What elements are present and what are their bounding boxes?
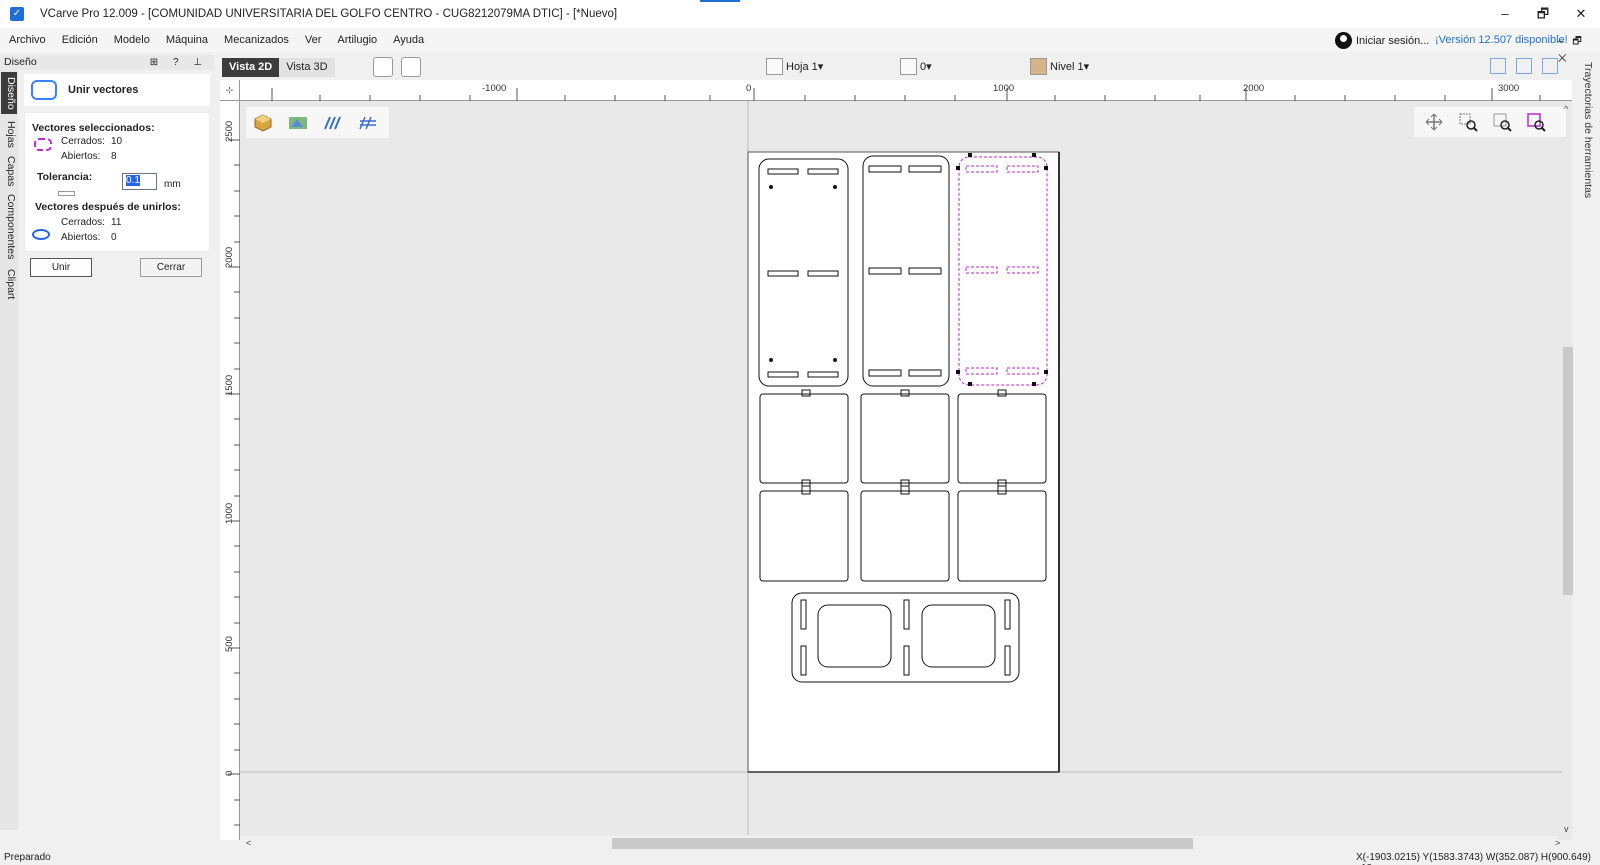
zoom-page-icon[interactable] [1492, 112, 1512, 132]
signin-button[interactable]: Iniciar sesión... [1335, 32, 1429, 49]
after-open-value: 0 [111, 232, 117, 243]
status-bar: Preparado X(-1903.0215) Y(1583.3743) W(3… [0, 852, 1600, 865]
zero-selector[interactable]: 0 ▾ [900, 58, 932, 75]
open-value: 8 [111, 151, 117, 162]
vtab-capas[interactable]: Capas [1, 154, 17, 188]
close-button[interactable]: ✕ [1562, 0, 1600, 28]
navigation-tools [1414, 107, 1566, 137]
render-preview-icon[interactable] [287, 113, 309, 133]
joined-vectors-icon [32, 229, 50, 240]
vtab-hojas[interactable]: Hojas [1, 118, 17, 150]
sheet-icon [766, 58, 783, 75]
signin-label: Iniciar sesión... [1356, 34, 1430, 47]
menu-edicion[interactable]: Edición [54, 34, 106, 46]
toolpaths-side-tab[interactable]: Trayectorias de herramientas [1576, 62, 1594, 212]
selected-vectors-heading: Vectores seleccionados: [32, 122, 155, 134]
menu-archivo[interactable]: Archivo [1, 34, 54, 46]
tolerance-unit: mm [164, 179, 181, 190]
vtab-clipart[interactable]: Clipart [1, 266, 17, 302]
split-horizontal-icon[interactable] [373, 57, 393, 77]
snap-grid-icon[interactable] [1490, 58, 1506, 74]
view-tabs: Vista 2D Vista 3D [222, 58, 335, 77]
title-accent-line [700, 0, 740, 2]
vtab-componentes[interactable]: Componentes [1, 192, 17, 262]
level-selector[interactable]: Nivel 1 ▾ [1030, 58, 1089, 75]
tab-vista-3d[interactable]: Vista 3D [279, 58, 335, 77]
menu-artilugio[interactable]: Artilugio [329, 34, 385, 46]
window-title: VCarve Pro 12.009 - [COMUNIDAD UNIVERSIT… [40, 8, 618, 20]
tool-header: Unir vectores [24, 74, 210, 106]
join-button[interactable]: Unir [30, 258, 92, 277]
closed-value: 10 [111, 136, 123, 147]
scroll-left-arrow[interactable]: < [246, 838, 251, 848]
after-closed-value: 11 [111, 217, 122, 228]
shapes-icon[interactable] [1516, 58, 1532, 74]
restore-button[interactable]: 🗗 [1524, 0, 1562, 28]
after-join-heading: Vectores después de unirlos: [35, 201, 181, 213]
window-controls: – 🗗 ✕ [1486, 0, 1600, 28]
vertical-scroll-thumb[interactable] [1563, 347, 1573, 595]
ruler-top-ticks [271, 88, 1541, 101]
minimize-button[interactable]: – [1486, 0, 1524, 28]
vcarve-app-icon: ✓ [10, 7, 24, 21]
open-label: Abiertos: [61, 151, 101, 162]
zoom-box-icon[interactable] [1458, 112, 1478, 132]
panel-header-icons[interactable]: ⊞ ? ⊥ [150, 55, 208, 70]
tool-title: Unir vectores [68, 84, 139, 96]
user-icon [1335, 32, 1352, 49]
menu-ver[interactable]: Ver [297, 34, 330, 46]
level-label: Nivel 1 [1050, 60, 1084, 73]
menu-modelo[interactable]: Modelo [106, 34, 158, 46]
after-closed-label: Cerrados: [61, 217, 105, 228]
split-vertical-icon[interactable] [401, 57, 421, 77]
scroll-down-arrow[interactable]: v [1564, 824, 1569, 834]
toolpath-grid-icon[interactable] [357, 113, 379, 133]
menu-mecanizados[interactable]: Mecanizados [216, 34, 297, 46]
layout-icons [373, 57, 421, 77]
tolerance-slider[interactable] [58, 191, 75, 196]
snap-icons [1490, 58, 1558, 74]
tolerance-value: 0.1 [126, 175, 140, 186]
tolerance-input[interactable]: 0.1 [122, 173, 157, 190]
chevron-down-icon: ▾ [926, 61, 932, 73]
vtab-diseno[interactable]: Diseño [1, 72, 17, 114]
after-open-label: Abiertos: [61, 232, 101, 243]
menu-ayuda[interactable]: Ayuda [385, 34, 432, 46]
chevron-down-icon: ▾ [817, 61, 824, 73]
toolpath-icon[interactable] [322, 113, 344, 133]
chevron-down-icon: ▾ [1083, 61, 1090, 73]
frame-icon[interactable] [1542, 58, 1558, 74]
vertical-tab-strip: Diseño Hojas Capas Componentes Clipart [0, 70, 18, 830]
status-text: Preparado [4, 852, 51, 863]
tolerance-label: Tolerancia: [37, 171, 93, 183]
panel-title: Diseño [4, 56, 37, 68]
scroll-right-arrow[interactable]: > [1555, 838, 1560, 848]
ruler-corner[interactable]: ⊹ [220, 80, 240, 101]
level-icon [1030, 58, 1047, 75]
join-vectors-icon [31, 80, 57, 100]
canvas-area[interactable] [220, 80, 1572, 840]
material-block-icon[interactable] [252, 113, 274, 133]
scroll-up-arrow[interactable]: ^ [1564, 104, 1568, 114]
version-available-link[interactable]: ¡Versión 12.507 disponible! [1435, 34, 1568, 46]
horizontal-scroll-thumb[interactable] [612, 838, 1193, 849]
zoom-selection-icon[interactable] [1526, 112, 1546, 132]
ruler-left-ticks [228, 139, 240, 826]
menu-maquina[interactable]: Máquina [158, 34, 216, 46]
title-bar: ✓ VCarve Pro 12.009 - [COMUNIDAD UNIVERS… [0, 0, 1600, 28]
model-tools-bar [246, 107, 389, 138]
layer-stack-icon [900, 58, 917, 75]
design-panel-header: Diseño ⊞ ? ⊥ [0, 55, 214, 70]
tab-vista-2d[interactable]: Vista 2D [222, 58, 280, 77]
selected-vectors-icon [34, 138, 52, 151]
closed-label: Cerrados: [61, 136, 105, 147]
pan-icon[interactable] [1424, 112, 1444, 132]
sheet-selector[interactable]: Hoja 1 ▾ [766, 58, 823, 75]
sheet-label: Hoja 1 [786, 60, 818, 73]
cursor-coordinates: X(-1903.0215) Y(1583.3743) W(352.087) H(… [1356, 852, 1591, 865]
close-tool-button[interactable]: Cerrar [140, 258, 202, 277]
